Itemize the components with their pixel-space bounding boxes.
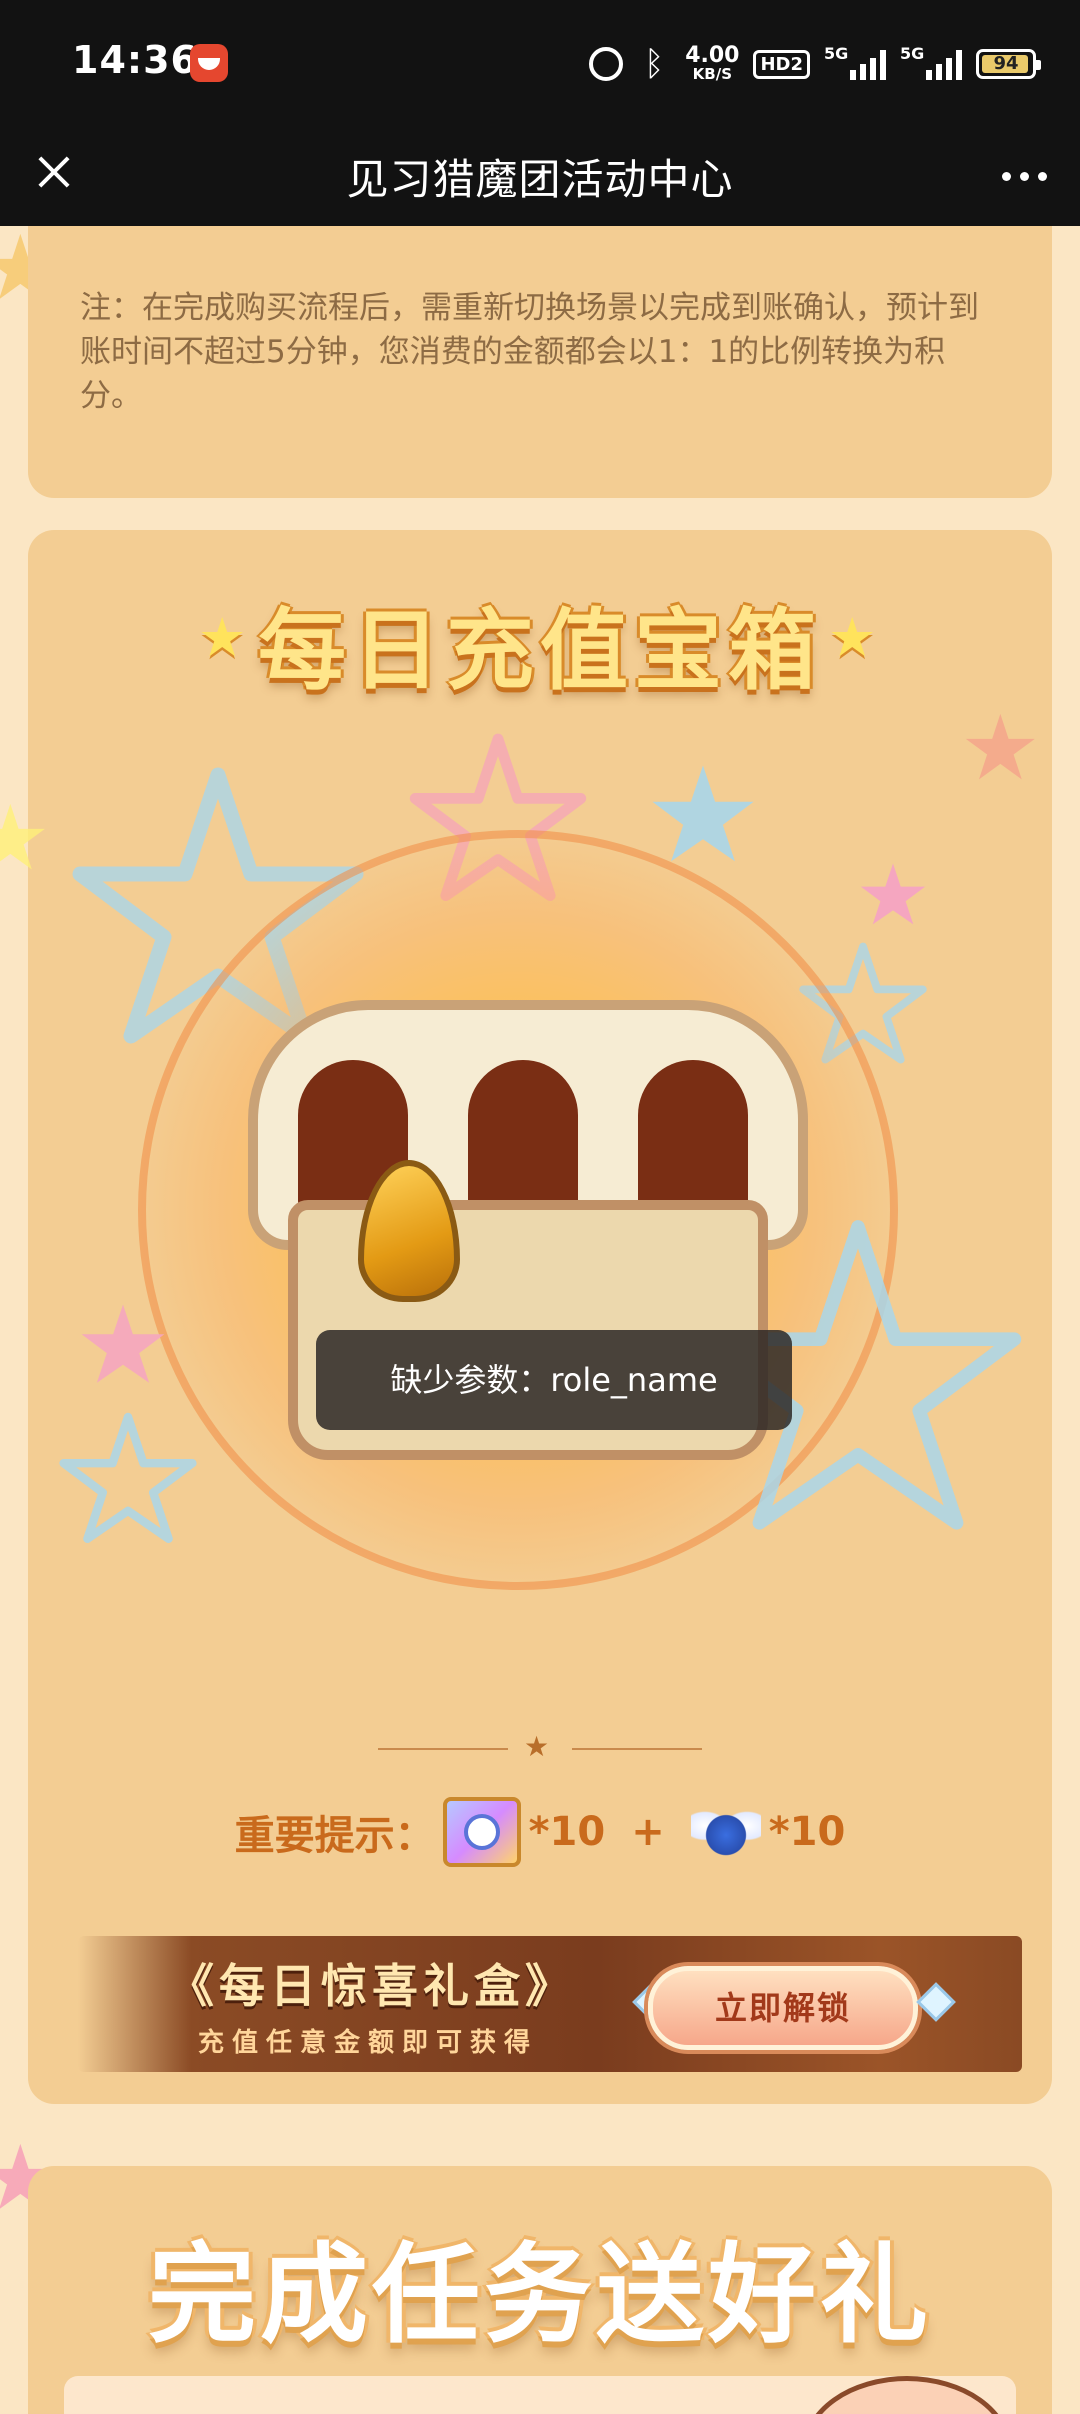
alarm-icon — [589, 47, 624, 81]
decor-star-icon — [81, 1304, 165, 1383]
daily-surprise-banner[interactable]: 《每日惊喜礼盒》 充值任意金额即可获得 立即解锁 — [78, 1936, 1022, 2072]
net-speed-value: 4.00 — [685, 43, 740, 68]
decor-star-outline-icon — [59, 1412, 197, 1543]
divider-star-icon: ★ — [524, 1730, 550, 1763]
important-tip: 重要提示： *10 + *10 — [28, 1792, 1052, 1872]
unlock-now-button[interactable]: 立即解锁 — [648, 1966, 918, 2050]
daily-chest-card: ★ 每日充值宝箱 ★ 缺少参数：role_name ★ 重要提示： *10 + … — [28, 530, 1052, 2104]
diamond-icon — [916, 1982, 956, 2022]
decor-star-icon: ★ — [0, 786, 51, 891]
hd-icon: HD2 — [753, 49, 810, 79]
title-star-icon: ★ — [828, 606, 877, 669]
plus-sign: + — [631, 1809, 665, 1855]
decor-star-icon: ★ — [960, 696, 1041, 801]
title-bar: 见习猎魔团活动中心 — [0, 126, 1080, 226]
net-label: 5G — [900, 44, 925, 63]
banner-subtitle: 充值任意金额即可获得 — [198, 2028, 539, 2058]
note-text: 注：在完成购买流程后，需重新切换场景以完成到账确认，预计到账时间不超过5分钟，您… — [80, 290, 979, 414]
banner-title: 《每日惊喜礼盒》 — [168, 1959, 576, 2013]
app-notification-icon — [190, 44, 228, 82]
battery-level: 94 — [993, 53, 1019, 74]
signal-5g-icon: 5G — [824, 44, 886, 80]
reward-2-quantity: *10 — [768, 1809, 846, 1855]
net-speed: 4.00 KB/S — [685, 43, 740, 83]
page-content[interactable]: ★ 注：在完成购买流程后，需重新切换场景以完成到账确认，预计到账时间不超过5分钟… — [0, 226, 1080, 2414]
more-icon[interactable] — [996, 152, 1052, 200]
card-item-icon — [442, 1797, 521, 1867]
decor-star-icon — [860, 863, 926, 925]
error-toast: 缺少参数：role_name — [316, 1330, 792, 1430]
page-title: 见习猎魔团活动中心 — [346, 155, 734, 204]
bluetooth-icon: ᛒ — [643, 44, 665, 84]
task-section-title: 完成任务送好礼 — [147, 2233, 932, 2358]
status-bar: 14:36 ᛒ 4.00 KB/S HD2 5G 5G 94 — [0, 0, 1080, 126]
winged-figure-item-icon — [690, 1801, 761, 1863]
task-section-card: 完成任务送好礼 — [28, 2166, 1052, 2414]
net-label: 5G — [824, 44, 849, 63]
status-time: 14:36 — [72, 38, 198, 82]
status-icons: ᛒ 4.00 KB/S HD2 5G 5G 94 — [589, 38, 1041, 90]
decor-star-icon — [652, 765, 754, 862]
signal-5g-icon: 5G — [900, 44, 962, 80]
daily-chest-title: 每日充值宝箱 — [257, 599, 822, 702]
tip-label: 重要提示： — [234, 1813, 435, 1859]
reward-1-quantity: *10 — [528, 1809, 606, 1855]
divider: ★ — [378, 1730, 702, 1764]
net-speed-unit: KB/S — [692, 65, 732, 83]
battery-icon: 94 — [976, 49, 1041, 79]
note-card: 注：在完成购买流程后，需重新切换场景以完成到账确认，预计到账时间不超过5分钟，您… — [28, 226, 1052, 498]
